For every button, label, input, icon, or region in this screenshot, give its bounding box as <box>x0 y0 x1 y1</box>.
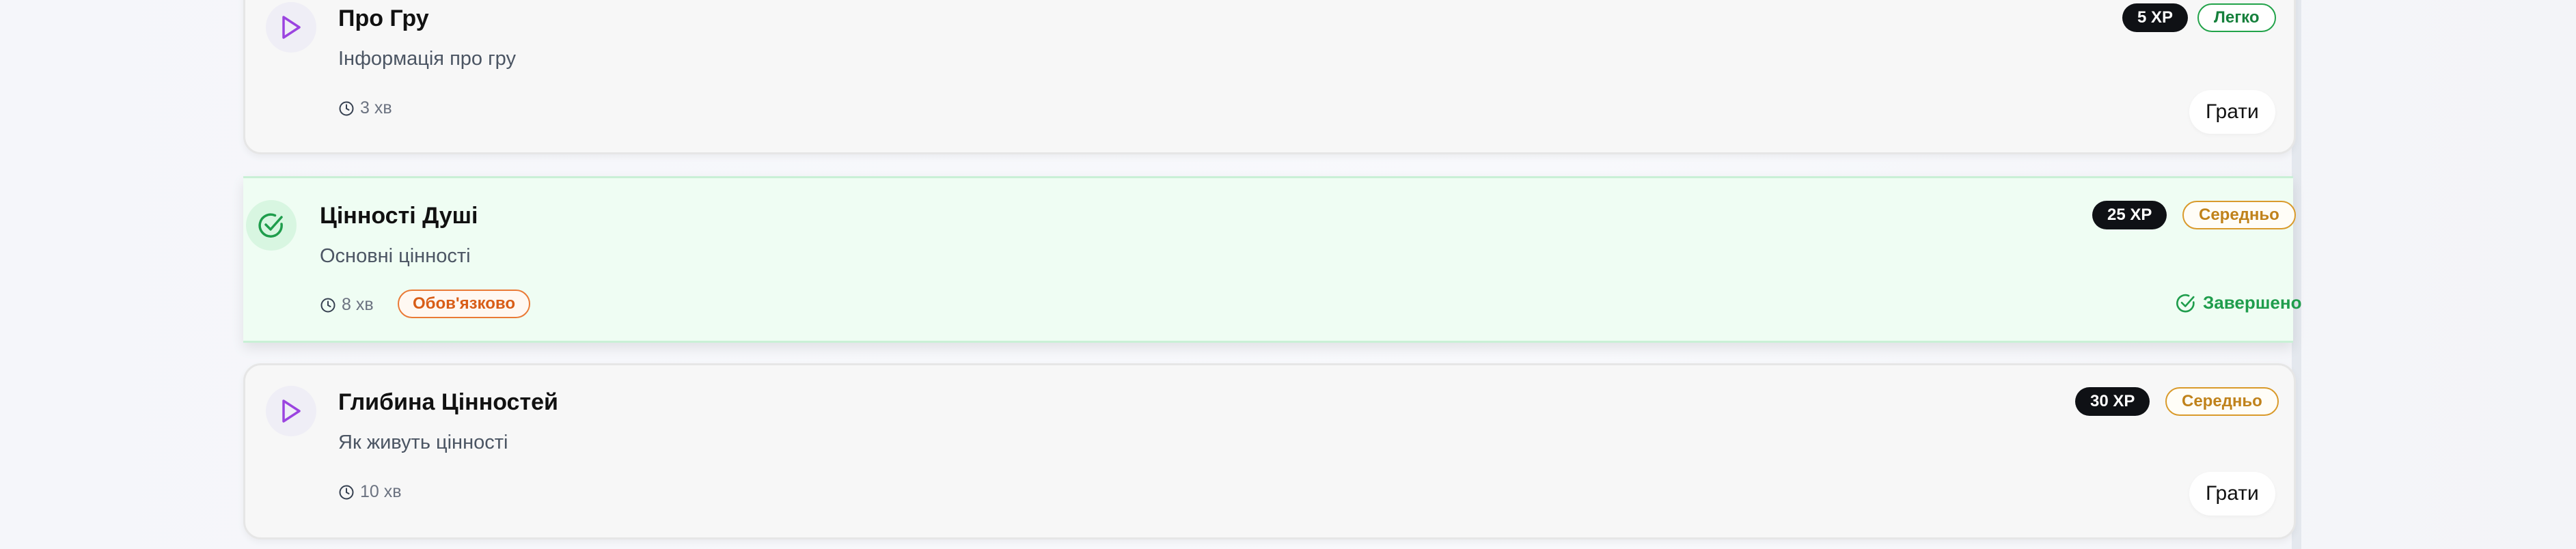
check-circle-icon <box>258 213 283 238</box>
play-icon <box>282 16 301 39</box>
duration-text: 8 хв <box>342 295 374 314</box>
play-icon <box>282 399 301 423</box>
play-button[interactable]: Грати <box>2189 472 2275 516</box>
clock-icon <box>339 101 354 115</box>
lesson-title: Глибина Цінностей <box>338 389 558 415</box>
lesson-duration: 8 хв <box>320 295 374 315</box>
check-circle-icon <box>2176 294 2195 312</box>
xp-badge: 5 XP <box>2122 3 2189 32</box>
play-button-icon-circle[interactable] <box>266 2 316 53</box>
required-badge: Обов'язково <box>398 290 530 318</box>
difficulty-badge: Середньо <box>2182 201 2296 229</box>
duration-text: 10 хв <box>360 482 402 501</box>
completed-status-label: Завершено <box>2203 292 2302 313</box>
lesson-description: Основні цінності <box>320 245 471 267</box>
clock-icon <box>320 298 335 312</box>
lesson-title: Про Гру <box>338 5 429 31</box>
lesson-card-completed[interactable]: Цінності Душі Основні цінності 8 хв Обов… <box>243 176 2301 343</box>
completed-icon-circle <box>246 200 297 251</box>
lesson-duration: 10 хв <box>338 482 402 502</box>
play-button[interactable]: Грати <box>2189 90 2275 134</box>
lesson-card[interactable]: Глибина Цінностей Як живуть цінності 10 … <box>243 363 2296 539</box>
lesson-description: Інформація про гру <box>338 48 516 70</box>
play-button-icon-circle[interactable] <box>266 386 316 436</box>
completed-status: Завершено <box>2176 292 2301 313</box>
xp-badge: 30 XP <box>2075 387 2150 416</box>
difficulty-badge: Легко <box>2197 3 2276 32</box>
difficulty-badge: Середньо <box>2165 387 2279 416</box>
lesson-description: Як живуть цінності <box>338 432 508 453</box>
duration-text: 3 хв <box>360 98 392 117</box>
lesson-card[interactable]: Про Гру Інформація про гру 3 хв 5 XP Лег… <box>243 0 2296 154</box>
clock-icon <box>339 485 354 499</box>
lesson-title: Цінності Душі <box>320 203 478 229</box>
xp-badge: 25 XP <box>2092 201 2167 229</box>
lesson-duration: 3 хв <box>338 98 392 118</box>
